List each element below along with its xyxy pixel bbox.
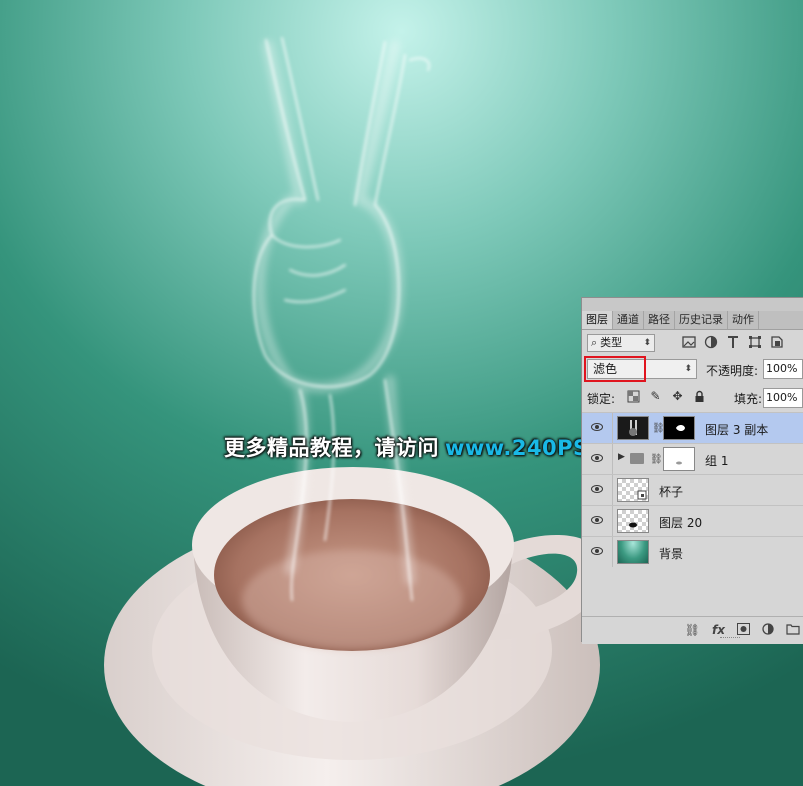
layer-thumbnail — [617, 416, 649, 440]
visibility-toggle[interactable] — [582, 537, 613, 567]
shape-filter-icon[interactable] — [748, 335, 762, 349]
layer-mask-thumbnail[interactable] — [663, 447, 695, 471]
opacity-label: 不透明度: — [706, 364, 759, 378]
layer-list: ⛓ 图层 3 副本 ▶ ⛓ 组 1 杯子 图层 20 背景 — [582, 412, 803, 567]
lock-all-icon[interactable] — [693, 390, 706, 403]
footer-icons: ⛓ fx — [685, 623, 800, 638]
filter-kind-select[interactable]: ⌕ 类型 ⬍ — [587, 334, 655, 352]
visibility-toggle[interactable] — [582, 413, 613, 443]
layer-name: 图层 20 — [659, 516, 703, 530]
layer-row[interactable]: 杯子 — [582, 474, 803, 505]
link-icon[interactable]: ⛓ — [650, 454, 663, 465]
layers-panel: 图层 通道 路径 历史记录 动作 ⌕ 类型 ⬍ 滤色 ⬍ 不透明度: 100% … — [581, 297, 803, 644]
lock-label: 锁定: — [587, 392, 616, 406]
type-filter-icon[interactable] — [726, 335, 740, 349]
tab-paths[interactable]: 路径 — [644, 311, 675, 329]
eye-icon — [591, 454, 603, 462]
tab-channels[interactable]: 通道 — [613, 311, 644, 329]
link-icon[interactable]: ⛓ — [685, 623, 700, 638]
panel-footer: ⛓ fx — [582, 616, 803, 644]
layer-name: 图层 3 副本 — [705, 423, 769, 437]
visibility-toggle[interactable] — [582, 475, 613, 505]
eye-icon — [591, 485, 603, 493]
search-icon: ⌕ — [591, 336, 598, 349]
layer-row[interactable]: ▶ ⛓ 组 1 — [582, 443, 803, 474]
layer-row[interactable]: ⛓ 图层 3 副本 — [582, 412, 803, 443]
smart-object-filter-icon[interactable] — [770, 335, 784, 349]
adjustment-filter-icon[interactable] — [704, 335, 718, 349]
fill-label: 填充: — [734, 392, 763, 406]
layer-name: 组 1 — [705, 454, 729, 468]
eye-icon — [591, 547, 603, 555]
expand-arrow-icon[interactable]: ▶ — [618, 452, 625, 462]
layer-row[interactable]: 背景 — [582, 536, 803, 567]
updown-arrow-icon: ⬍ — [684, 364, 692, 374]
fill-input[interactable]: 100% — [763, 388, 803, 408]
layer-thumbnail — [617, 478, 649, 502]
layer-thumbnail — [617, 540, 649, 564]
visibility-toggle[interactable] — [582, 506, 613, 536]
lock-position-icon[interactable]: ✥ — [671, 390, 684, 403]
pixel-filter-icon[interactable] — [682, 335, 696, 349]
opacity-input[interactable]: 100% — [763, 359, 803, 379]
layer-name: 背景 — [659, 547, 684, 561]
mask-icon[interactable] — [737, 623, 750, 638]
filter-kind-label: 类型 — [600, 336, 623, 349]
layer-row[interactable]: 图层 20 — [582, 505, 803, 536]
adjustment-icon[interactable] — [762, 623, 774, 638]
eye-icon — [591, 516, 603, 524]
folder-icon — [630, 453, 644, 464]
panel-grip[interactable] — [582, 298, 803, 311]
resize-grip[interactable] — [720, 637, 740, 641]
panel-tabs: 图层 通道 路径 历史记录 动作 — [582, 311, 803, 330]
lock-icons: ✎ ✥ — [627, 390, 706, 403]
layer-name: 杯子 — [659, 485, 684, 499]
tab-layers[interactable]: 图层 — [582, 311, 613, 329]
lock-pixels-icon[interactable]: ✎ — [649, 390, 662, 403]
lock-transparency-icon[interactable] — [627, 390, 640, 403]
highlight-box — [584, 356, 646, 382]
updown-arrow-icon: ⬍ — [643, 338, 651, 348]
layer-thumbnail — [617, 509, 649, 533]
tab-actions[interactable]: 动作 — [728, 311, 759, 329]
filter-icons — [682, 335, 784, 349]
fx-icon[interactable]: fx — [712, 623, 725, 638]
visibility-toggle[interactable] — [582, 444, 613, 474]
watermark-text: 更多精品教程，请访问 — [224, 436, 439, 460]
lock-row: 锁定: ✎ ✥ 填充: 100% — [587, 388, 803, 408]
filter-row: ⌕ 类型 ⬍ — [587, 334, 799, 354]
layer-mask-thumbnail[interactable] — [663, 416, 695, 440]
eye-icon — [591, 423, 603, 431]
folder-icon[interactable] — [786, 623, 800, 638]
tab-history[interactable]: 历史记录 — [675, 311, 728, 329]
